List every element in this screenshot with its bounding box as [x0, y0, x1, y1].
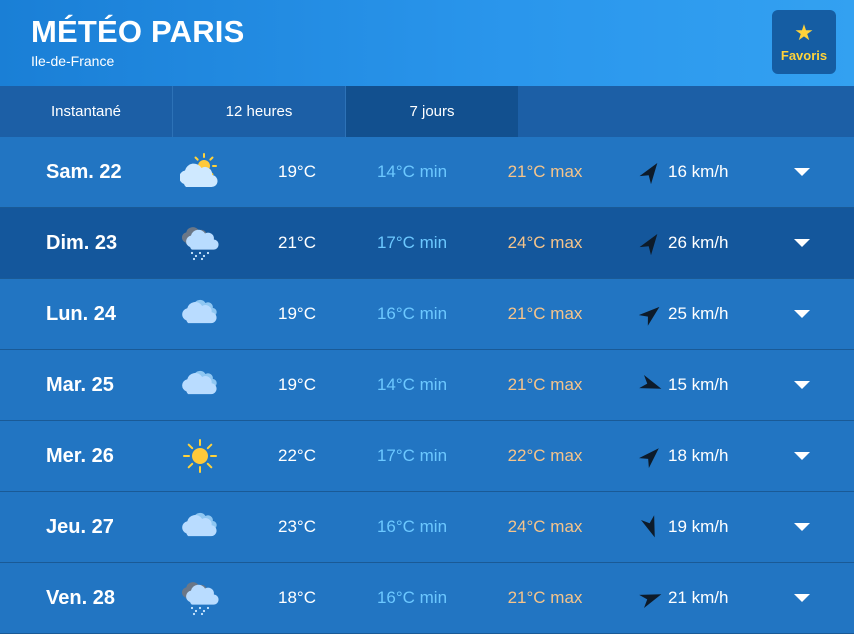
wind-speed: 19 km/h: [668, 517, 729, 536]
wind-speed: 18 km/h: [668, 446, 729, 465]
daily-forecast-list: Sam. 22 19°C 14°C min 21°C max 16 km/h D…: [0, 137, 854, 634]
current-temp: 19°C: [278, 375, 316, 394]
min-temp: 16°C min: [376, 304, 448, 323]
min-temp: 16°C min: [376, 588, 448, 607]
expand-chevron-icon[interactable]: [790, 563, 814, 633]
current-temp: 21°C: [278, 233, 316, 252]
wind-direction-icon: [636, 279, 666, 349]
min-temp: 16°C min: [376, 517, 448, 536]
expand-chevron-icon[interactable]: [790, 279, 814, 349]
max-temp: 21°C max: [507, 162, 583, 181]
day-label: Mer. 26: [46, 444, 114, 467]
day-label: Lun. 24: [46, 302, 117, 325]
wind-speed: 15 km/h: [668, 375, 729, 394]
wind-direction-icon: [636, 137, 666, 207]
cloud-rain-icon: [178, 208, 222, 278]
region-subtitle: Ile-de-France: [31, 53, 115, 69]
wind-direction-icon: [636, 492, 666, 562]
expand-chevron-icon[interactable]: [790, 421, 814, 491]
expand-chevron-icon[interactable]: [790, 492, 814, 562]
current-temp: 22°C: [278, 446, 316, 465]
forecast-row[interactable]: Lun. 24 19°C 16°C min 21°C max 25 km/h: [0, 279, 854, 350]
favorites-button[interactable]: ★ Favoris: [772, 10, 836, 74]
favorites-label: Favoris: [780, 47, 828, 63]
current-temp: 18°C: [278, 588, 316, 607]
star-icon: ★: [794, 19, 814, 45]
day-label: Sam. 22: [46, 160, 122, 183]
max-temp: 21°C max: [507, 375, 583, 394]
wind-direction-icon: [636, 421, 666, 491]
sun-icon: [178, 421, 222, 491]
forecast-row[interactable]: Mar. 25 19°C 14°C min 21°C max 15 km/h: [0, 350, 854, 421]
wind-direction-icon: [636, 350, 666, 420]
sun-cloud-icon: [178, 137, 222, 207]
forecast-row[interactable]: Mer. 26 22°C 17°C min 22°C max 18 km/h: [0, 421, 854, 492]
max-temp: 21°C max: [507, 588, 583, 607]
cloud-icon: [178, 492, 222, 562]
expand-chevron-icon[interactable]: [790, 208, 814, 278]
min-temp: 17°C min: [376, 233, 448, 252]
expand-chevron-icon[interactable]: [790, 350, 814, 420]
forecast-row[interactable]: Jeu. 27 23°C 16°C min 24°C max 19 km/h: [0, 492, 854, 563]
day-label: Mar. 25: [46, 373, 114, 396]
max-temp: 24°C max: [507, 517, 583, 536]
wind-direction-icon: [636, 208, 666, 278]
min-temp: 14°C min: [376, 375, 448, 394]
forecast-row[interactable]: Ven. 28 18°C 16°C min 21°C max 21 km/h: [0, 563, 854, 634]
cloud-icon: [178, 350, 222, 420]
wind-speed: 25 km/h: [668, 304, 729, 323]
day-label: Jeu. 27: [46, 515, 114, 538]
page-title: MÉTÉO PARIS: [31, 14, 245, 49]
max-temp: 22°C max: [507, 446, 583, 465]
tab-instantane[interactable]: Instantané: [0, 86, 173, 137]
min-temp: 14°C min: [376, 162, 448, 181]
max-temp: 24°C max: [507, 233, 583, 252]
forecast-row[interactable]: Dim. 23 21°C 17°C min 24°C max 26 km/h: [0, 208, 854, 279]
app-header: MÉTÉO PARIS Ile-de-France ★ Favoris: [0, 0, 854, 86]
max-temp: 21°C max: [507, 304, 583, 323]
cloud-icon: [178, 279, 222, 349]
wind-speed: 16 km/h: [668, 162, 729, 181]
tab-12-heures[interactable]: 12 heures: [173, 86, 346, 137]
min-temp: 17°C min: [376, 446, 448, 465]
wind-speed: 21 km/h: [668, 588, 729, 607]
current-temp: 19°C: [278, 162, 316, 181]
forecast-row[interactable]: Sam. 22 19°C 14°C min 21°C max 16 km/h: [0, 137, 854, 208]
expand-chevron-icon[interactable]: [790, 137, 814, 207]
current-temp: 19°C: [278, 304, 316, 323]
forecast-tabs: Instantané 12 heures 7 jours: [0, 86, 854, 137]
wind-speed: 26 km/h: [668, 233, 729, 252]
tab-7-jours[interactable]: 7 jours: [346, 86, 518, 137]
wind-direction-icon: [636, 563, 666, 633]
current-temp: 23°C: [278, 517, 316, 536]
day-label: Ven. 28: [46, 586, 115, 609]
cloud-rain-icon: [178, 563, 222, 633]
day-label: Dim. 23: [46, 231, 118, 254]
